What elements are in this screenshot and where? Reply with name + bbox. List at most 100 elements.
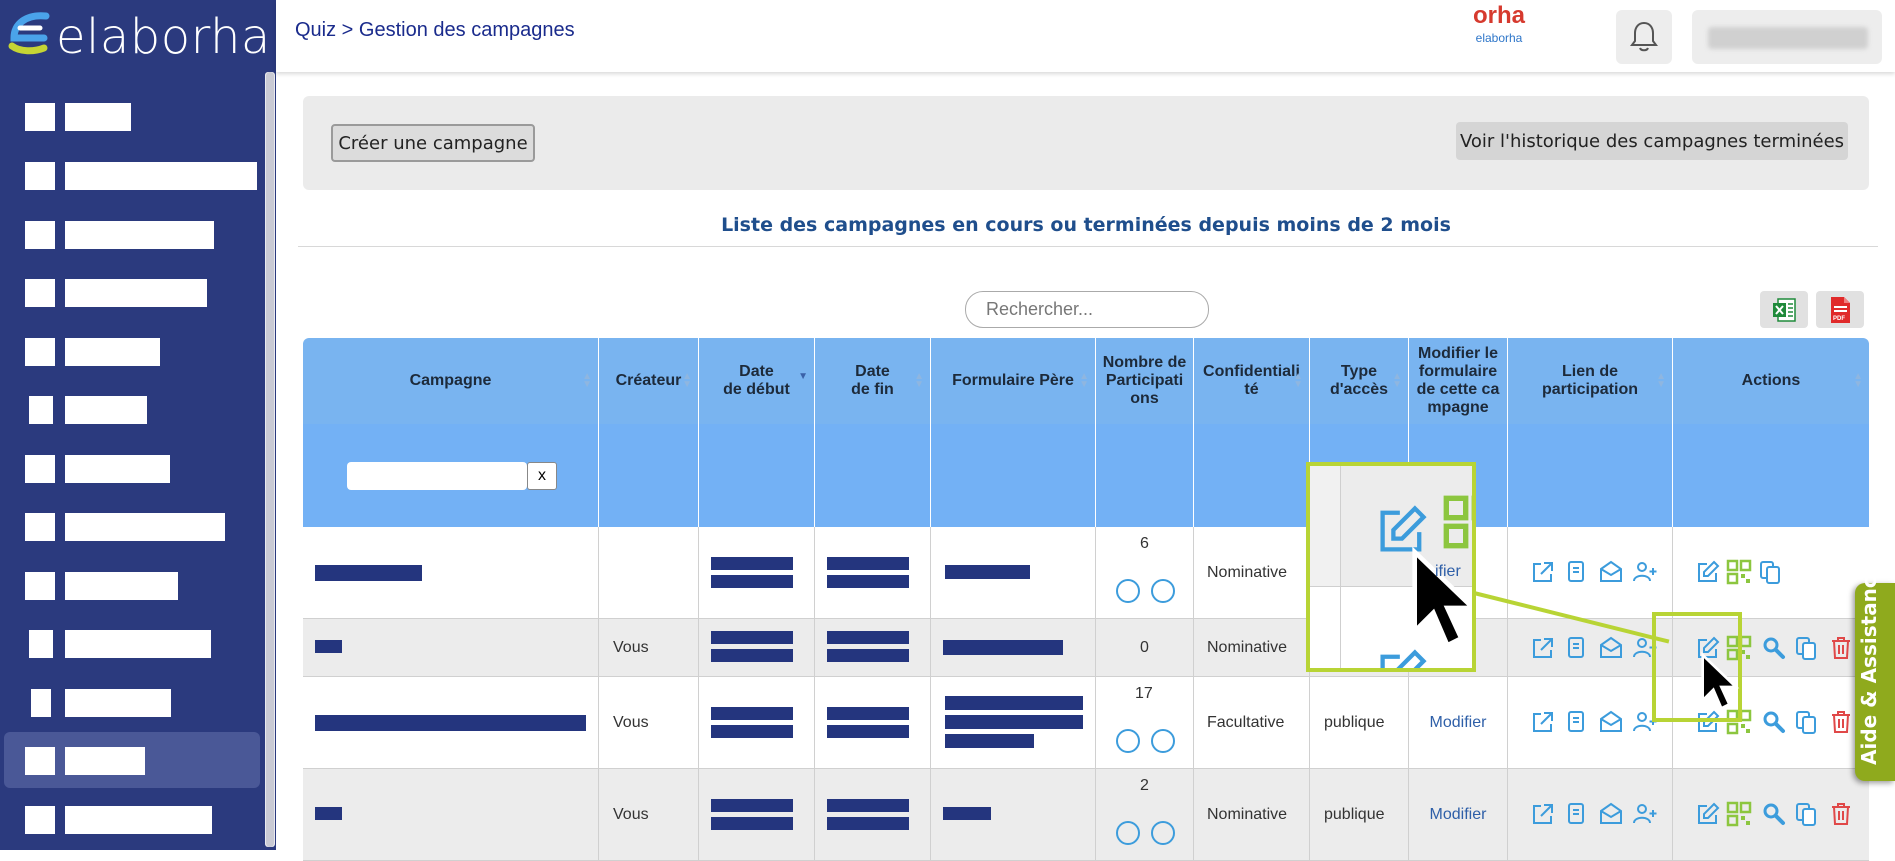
add-participant-icon[interactable] [1632, 559, 1658, 585]
stats-icon[interactable] [1116, 579, 1140, 603]
column-header-type-acces[interactable]: Type d'accès ▲ ▼ [1310, 338, 1409, 424]
edit-icon[interactable] [1695, 801, 1721, 827]
form-name-redacted[interactable] [945, 565, 1030, 579]
sidebar-item[interactable] [4, 557, 260, 613]
open-link-icon[interactable] [1530, 801, 1556, 827]
column-header-participations[interactable]: Nombre de Participati ons [1096, 338, 1194, 424]
column-header-date-debut[interactable]: Date de début ▼ [699, 338, 815, 424]
column-header-modifier-formulaire[interactable]: Modifier le formulaire de cette ca mpagne [1409, 338, 1508, 424]
user-menu[interactable] [1692, 10, 1882, 64]
cell-participations: 17 [1096, 677, 1194, 768]
participants-icon[interactable] [1151, 821, 1175, 845]
create-campaign-button[interactable]: Créer une campagne [331, 124, 535, 162]
clear-filter-button[interactable]: x [527, 462, 557, 490]
copy-link-icon[interactable] [1564, 635, 1590, 661]
column-header-formulaire[interactable]: Formulaire Père ▲ ▼ [931, 338, 1096, 424]
cell-formulaire [931, 769, 1096, 860]
trash-icon[interactable] [1828, 709, 1854, 735]
sidebar-item[interactable] [4, 674, 260, 730]
sort-icon: ▲ ▼ [1392, 371, 1402, 390]
qr-code-icon[interactable] [1726, 559, 1752, 585]
cell-date-debut [699, 769, 815, 860]
copy-link-icon[interactable] [1564, 801, 1590, 827]
header-line: formulaire [1418, 363, 1498, 380]
copy-link-icon[interactable] [1564, 709, 1590, 735]
sort-icon: ▲ ▼ [1656, 371, 1666, 390]
qr-code-icon-zoomed [1443, 495, 1472, 549]
sidebar-item[interactable] [4, 381, 260, 437]
sidebar-item[interactable] [4, 206, 260, 262]
export-excel-button[interactable] [1760, 291, 1808, 328]
email-invite-icon[interactable] [1598, 635, 1624, 661]
sidebar-scrollbar-thumb[interactable] [266, 72, 274, 847]
search-icon[interactable] [1761, 801, 1787, 827]
header-line: Nombre de [1102, 354, 1187, 371]
form-name-redacted[interactable] [943, 807, 991, 820]
column-header-actions[interactable]: Actions ▲ ▼ [1673, 338, 1869, 424]
open-link-icon[interactable] [1530, 559, 1556, 585]
export-pdf-button[interactable]: PDF [1816, 291, 1864, 328]
campaign-filter-input[interactable] [347, 462, 527, 490]
form-name-redacted[interactable] [943, 640, 1063, 655]
column-header-createur[interactable]: Créateur ▲ ▼ [599, 338, 699, 424]
cell-createur: Vous [599, 677, 699, 768]
stats-icon[interactable] [1116, 729, 1140, 753]
column-header-lien[interactable]: Lien de participation ▲ ▼ [1508, 338, 1673, 424]
search-icon[interactable] [1761, 635, 1787, 661]
duplicate-icon[interactable] [1793, 709, 1819, 735]
sidebar-item[interactable] [4, 615, 260, 671]
participants-icon[interactable] [1151, 729, 1175, 753]
modifier-link[interactable]: Modifier [1409, 677, 1508, 768]
sidebar-item[interactable] [4, 88, 260, 144]
form-name-redacted[interactable] [945, 696, 1083, 710]
qr-code-icon[interactable] [1726, 801, 1752, 827]
copy-link-icon[interactable] [1564, 559, 1590, 585]
campaign-toolbar: Créer une campagne Voir l'historique des… [303, 96, 1869, 190]
table-row: 6 Nominative [303, 527, 1869, 619]
trash-icon[interactable] [1828, 801, 1854, 827]
column-header-date-fin[interactable]: Date de fin ▲ ▼ [815, 338, 931, 424]
header-label: Actions [1741, 372, 1801, 389]
header-line: Participati [1105, 372, 1184, 389]
notifications-button[interactable] [1616, 10, 1672, 64]
sidebar-item[interactable] [4, 264, 260, 320]
duplicate-icon[interactable] [1793, 635, 1819, 661]
cell-confidentialite: Nominative [1194, 619, 1310, 676]
sidebar-item-active[interactable] [4, 732, 260, 788]
campaign-name-redacted[interactable] [315, 565, 422, 581]
column-header-confidentialite[interactable]: Confidentiali té ▲ ▼ [1194, 338, 1310, 424]
modifier-link[interactable]: Modifier [1409, 769, 1508, 860]
campaign-name-redacted[interactable] [315, 807, 342, 820]
breadcrumb[interactable]: Quiz > Gestion des campagnes [295, 19, 575, 42]
sidebar-item[interactable] [4, 791, 260, 847]
sidebar-item[interactable] [4, 323, 260, 379]
trash-icon[interactable] [1828, 635, 1854, 661]
email-invite-icon[interactable] [1598, 559, 1624, 585]
history-button[interactable]: Voir l'historique des campagnes terminée… [1456, 122, 1848, 160]
open-link-icon[interactable] [1530, 635, 1556, 661]
sidebar-item[interactable] [4, 147, 260, 203]
cell-type-acces: publique [1310, 769, 1409, 860]
campaign-name-redacted[interactable] [315, 715, 586, 731]
filter-cell [1096, 424, 1194, 527]
search-icon[interactable] [1761, 709, 1787, 735]
mouse-cursor-icon [1701, 652, 1740, 711]
email-invite-icon[interactable] [1598, 801, 1624, 827]
email-invite-icon[interactable] [1598, 709, 1624, 735]
column-header-campagne[interactable]: Campagne ▲ ▼ [303, 338, 599, 424]
participants-icon[interactable] [1151, 579, 1175, 603]
nav-label-redacted [65, 513, 225, 541]
sidebar-item[interactable] [4, 440, 260, 496]
edit-icon[interactable] [1695, 559, 1721, 585]
app-logo[interactable]: elaborha [6, 2, 271, 72]
open-link-icon[interactable] [1530, 709, 1556, 735]
campaign-name-redacted[interactable] [315, 640, 342, 653]
search-input[interactable]: Rechercher... [965, 291, 1209, 328]
add-participant-icon[interactable] [1632, 801, 1658, 827]
header-line: Lien de [1561, 363, 1618, 380]
stats-icon[interactable] [1116, 821, 1140, 845]
sidebar-item[interactable] [4, 498, 260, 554]
duplicate-icon[interactable] [1793, 801, 1819, 827]
duplicate-icon[interactable] [1757, 559, 1783, 585]
date-redacted [711, 575, 793, 588]
